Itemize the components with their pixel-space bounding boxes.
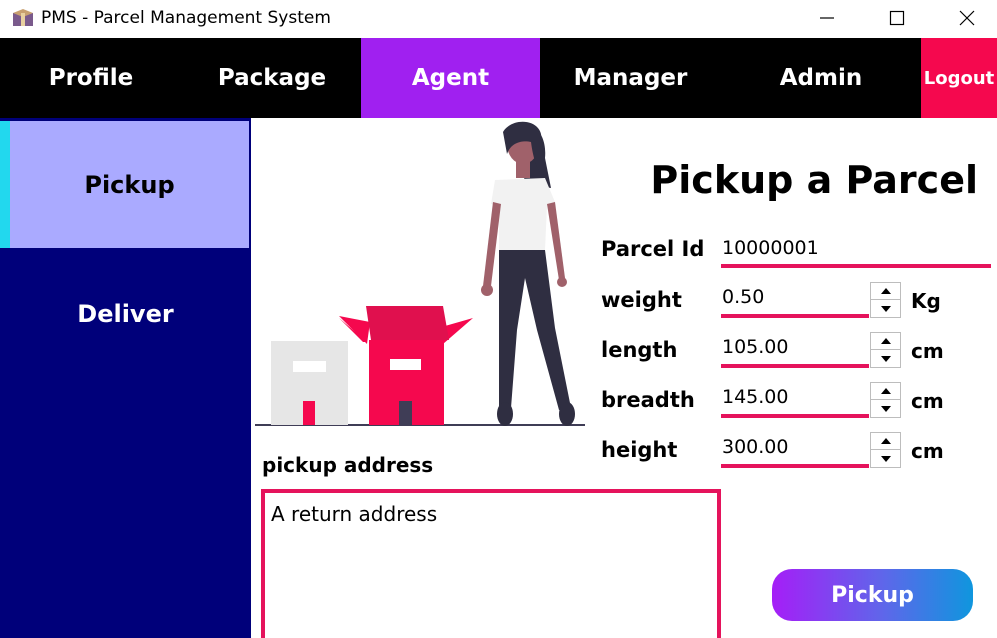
height-underline	[721, 464, 869, 468]
height-increment-button[interactable]	[871, 433, 900, 450]
caret-down-icon	[880, 305, 891, 312]
breadth-unit: cm	[911, 389, 944, 413]
length-decrement-button[interactable]	[871, 350, 900, 367]
length-field[interactable]: 105.00	[722, 336, 788, 358]
weight-unit: Kg	[911, 289, 941, 313]
close-button[interactable]	[932, 0, 997, 36]
title-bar: PMS - Parcel Management System	[0, 0, 997, 38]
maximize-icon	[889, 10, 905, 26]
height-decrement-button[interactable]	[871, 450, 900, 467]
length-stepper[interactable]	[870, 332, 901, 368]
page-title: Pickup a Parcel	[650, 158, 978, 202]
length-unit: cm	[911, 339, 944, 363]
nav-package[interactable]: Package	[182, 38, 362, 118]
nav-agent[interactable]: Agent	[361, 38, 540, 118]
height-field[interactable]: 300.00	[722, 436, 788, 458]
parcel-id-field[interactable]: 10000001	[722, 237, 819, 259]
maximize-button[interactable]	[862, 0, 932, 36]
caret-up-icon	[880, 388, 891, 394]
parcel-id-underline	[721, 264, 991, 268]
caret-up-icon	[880, 338, 891, 344]
nav-manager[interactable]: Manager	[540, 38, 721, 118]
main-nav: Profile Package Agent Manager Admin Logo…	[0, 38, 997, 118]
sidebar-item-pickup[interactable]: Pickup	[0, 121, 249, 248]
length-label: length	[601, 338, 678, 362]
breadth-underline	[721, 414, 869, 418]
height-label: height	[601, 438, 678, 462]
height-unit: cm	[911, 439, 944, 463]
breadth-increment-button[interactable]	[871, 383, 900, 400]
pickup-address-textarea[interactable]: A return address	[261, 489, 721, 638]
breadth-decrement-button[interactable]	[871, 400, 900, 417]
delivery-illustration	[255, 121, 585, 426]
breadth-label: breadth	[601, 388, 695, 412]
breadth-stepper[interactable]	[870, 382, 901, 418]
close-icon	[959, 10, 975, 26]
weight-decrement-button[interactable]	[871, 300, 900, 317]
nav-profile[interactable]: Profile	[0, 38, 182, 118]
caret-down-icon	[880, 455, 891, 462]
sidebar: Pickup Deliver	[0, 118, 251, 638]
minimize-button[interactable]	[792, 0, 862, 36]
weight-increment-button[interactable]	[871, 283, 900, 300]
pickup-button[interactable]: Pickup	[772, 569, 973, 621]
caret-up-icon	[880, 288, 891, 294]
sidebar-item-deliver[interactable]: Deliver	[0, 248, 251, 388]
logout-button[interactable]: Logout	[921, 38, 997, 118]
length-increment-button[interactable]	[871, 333, 900, 350]
caret-up-icon	[880, 438, 891, 444]
length-underline	[721, 364, 869, 368]
caret-down-icon	[880, 355, 891, 362]
parcel-id-label: Parcel Id	[601, 237, 705, 261]
window-title: PMS - Parcel Management System	[41, 8, 331, 28]
caret-down-icon	[880, 405, 891, 412]
weight-label: weight	[601, 288, 682, 312]
weight-field[interactable]: 0.50	[722, 286, 764, 308]
breadth-field[interactable]: 145.00	[722, 386, 788, 408]
app-icon	[13, 9, 33, 26]
nav-admin[interactable]: Admin	[721, 38, 921, 118]
height-stepper[interactable]	[870, 432, 901, 468]
weight-stepper[interactable]	[870, 282, 901, 318]
minimize-icon	[820, 17, 834, 19]
pickup-address-label: pickup address	[262, 453, 434, 477]
weight-underline	[721, 314, 869, 318]
